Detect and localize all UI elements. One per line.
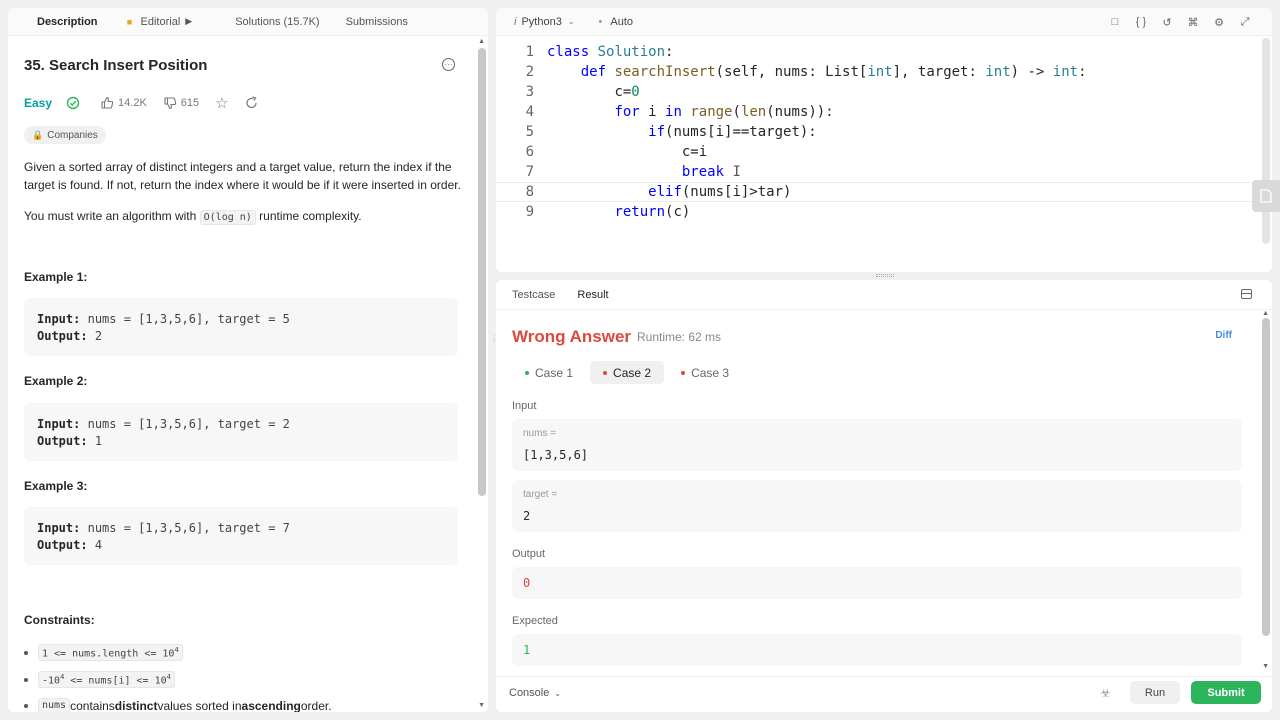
editor-actions: □ { } ↺ ⌘ ⚙ ⤢ (1096, 15, 1252, 29)
problem-description: Given a sorted array of distinct integer… (24, 160, 461, 192)
code-line[interactable]: 9 return(c) (496, 202, 1256, 222)
result-scrollbar[interactable] (1262, 318, 1270, 636)
editorial-icon: ■ (126, 16, 133, 27)
code-editor-panel: i Python3 ⌄ • Auto □ { } ↺ ⌘ ⚙ ⤢ 1 class … (496, 8, 1272, 272)
case-tab-2[interactable]: Case 2 (590, 361, 665, 384)
shortcut-icon[interactable]: ⌘ (1186, 15, 1200, 29)
share-icon[interactable] (245, 96, 263, 110)
constraint-2: -104 <= nums[i] <= 104 (24, 671, 175, 689)
constraint-1: 1 <= nums.length <= 104 (24, 644, 183, 662)
braces-icon[interactable]: { } (1134, 15, 1148, 29)
scroll-down-arrow[interactable]: ▼ (478, 702, 485, 709)
example-1-box: Input: nums = [1,3,5,6], target = 5 Outp… (24, 298, 458, 356)
output-label: Output (512, 548, 546, 560)
lock-icon: 🔒 (32, 129, 44, 140)
fullscreen-icon[interactable]: ⤢ (1238, 15, 1252, 29)
complexity-requirement: You must write an algorithm with O(log n… (24, 209, 362, 225)
star-icon[interactable]: ☆ (215, 94, 228, 112)
input-nums-box: nums = [1,3,5,6] (512, 419, 1242, 471)
bullet-icon: • (598, 15, 603, 28)
console-toggle[interactable]: Console ⌄ (509, 687, 561, 699)
code-line[interactable]: 7 break I (496, 162, 1256, 182)
description-icon (20, 16, 32, 28)
example-3-box: Input: nums = [1,3,5,6], target = 7 Outp… (24, 507, 458, 565)
scroll-up-arrow[interactable]: ▲ (478, 38, 485, 45)
output-box: 0 (512, 567, 1242, 599)
expected-box: 1 (512, 634, 1242, 666)
tab-solutions[interactable]: Solutions (15.7K) (218, 8, 319, 36)
tab-submissions[interactable]: Submissions (346, 8, 408, 36)
info-icon: i (514, 15, 517, 28)
editor-resize-handle[interactable] (876, 274, 894, 277)
settings-gear-icon[interactable]: ⚙ (1212, 15, 1226, 29)
thumbs-up-icon (101, 96, 114, 109)
input-target-box: target = 2 (512, 480, 1242, 532)
problem-title: 35. Search Insert Position (24, 57, 208, 74)
video-icon: ▶ (185, 16, 193, 26)
autocomplete-mode[interactable]: • Auto (599, 16, 634, 28)
runtime-label: Runtime: 62 ms (637, 330, 722, 344)
code-line[interactable]: 1 class Solution: (496, 42, 1256, 62)
case-tabs: Case 1 Case 2 Case 3 (512, 361, 746, 384)
expected-label: Expected (512, 615, 558, 627)
code-line-active[interactable]: 8 elif(nums[i]>tar) (496, 182, 1256, 202)
code-line[interactable]: 6 c=i (496, 142, 1256, 162)
chevron-down-icon: ⌄ (567, 17, 575, 26)
code-line[interactable]: 2 def searchInsert(self, nums: List[int]… (496, 62, 1256, 82)
scroll-down-arrow[interactable]: ▼ (1262, 663, 1269, 670)
description-panel: Description ■ Editorial ▶ Solutions (15.… (8, 8, 488, 712)
tab-testcase[interactable]: Testcase (512, 289, 555, 301)
tab-result[interactable]: Result (577, 289, 608, 301)
thumbs-down-icon (164, 97, 176, 110)
problem-meta: Easy 14.2K 615 ☆ (24, 94, 279, 112)
difficulty-badge: Easy (24, 96, 53, 110)
solutions-icon (218, 16, 230, 28)
more-options-icon[interactable]: ··· (442, 58, 455, 71)
debug-icon[interactable]: ☣ (1100, 686, 1111, 700)
companies-tag[interactable]: 🔒 Companies (24, 126, 106, 144)
result-panel: Testcase Result Wrong Answer Runtime: 62… (496, 280, 1272, 712)
action-footer: Console ⌄ ☣ Run Submit (496, 676, 1272, 712)
example-1-title: Example 1: (24, 270, 88, 284)
submit-button[interactable]: Submit (1191, 681, 1261, 704)
editor-scrollbar[interactable] (1262, 38, 1270, 244)
example-2-title: Example 2: (24, 374, 88, 388)
solved-check-icon (66, 96, 84, 110)
scroll-up-arrow[interactable]: ▲ (1262, 310, 1269, 317)
case-tab-3[interactable]: Case 3 (668, 361, 742, 384)
reset-icon[interactable]: ↺ (1160, 15, 1174, 29)
chevron-down-icon: ⌄ (554, 688, 562, 698)
constraints-title: Constraints: (24, 613, 95, 627)
result-tab-bar: Testcase Result (496, 280, 1272, 310)
bookmark-icon[interactable]: □ (1108, 15, 1122, 29)
code-line[interactable]: 3 c=0 (496, 82, 1256, 102)
collapse-panel-icon[interactable] (1241, 289, 1252, 299)
like-button[interactable]: 14.2K (100, 96, 147, 110)
run-button[interactable]: Run (1130, 681, 1180, 704)
language-selector[interactable]: i Python3 ⌄ (514, 16, 575, 28)
input-label: Input (512, 400, 537, 412)
dislike-button[interactable]: 615 (163, 96, 199, 110)
code-line[interactable]: 5 if(nums[i]==target): (496, 122, 1256, 142)
tab-description[interactable]: Description (20, 8, 98, 36)
case-tab-1[interactable]: Case 1 (512, 361, 586, 384)
verdict-status: Wrong Answer (512, 327, 632, 346)
example-3-title: Example 3: (24, 479, 88, 493)
diff-toggle[interactable]: Diff (1215, 330, 1232, 341)
example-2-box: Input: nums = [1,3,5,6], target = 2 Outp… (24, 403, 458, 461)
notes-document-icon[interactable] (1252, 180, 1280, 212)
left-tab-bar: Description ■ Editorial ▶ Solutions (15.… (8, 8, 488, 36)
description-scrollbar[interactable] (478, 48, 486, 496)
constraint-3: nums contains distinct values sorted in … (24, 698, 332, 712)
tab-editorial[interactable]: ■ Editorial ▶ (124, 8, 193, 36)
code-line[interactable]: 4 for i in range(len(nums)): (496, 102, 1256, 122)
